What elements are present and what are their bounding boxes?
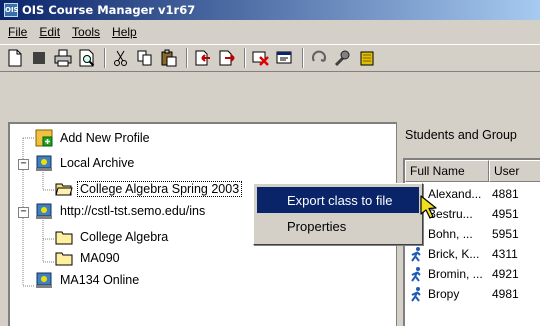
tree-item-label: MA134 Online <box>60 273 140 287</box>
table-row[interactable]: Bromin, ... 4921 <box>405 264 519 284</box>
person-icon <box>411 287 421 302</box>
student-user-id: 4921 <box>492 267 519 281</box>
menu-file[interactable]: File <box>2 25 33 39</box>
tree-item-college-algebra[interactable]: College Algebra <box>55 226 171 248</box>
student-user-id: 4981 <box>492 287 519 301</box>
list-header: Full Name User <box>405 160 540 182</box>
table-row[interactable]: Brick, K... 4311 <box>405 244 518 264</box>
copy-icon[interactable] <box>134 47 156 69</box>
add-profile-icon <box>35 129 53 147</box>
student-name: Bropy <box>428 287 460 301</box>
context-menu: Export class to file Properties <box>253 183 423 245</box>
properties-icon[interactable] <box>274 47 296 69</box>
menu-tools-label: Tools <box>72 25 101 39</box>
student-user-id: 4311 <box>492 247 518 261</box>
tree-item-label: http://cstl-tst.semo.edu/ins <box>60 204 206 218</box>
toolbar <box>0 44 540 72</box>
new-document-icon[interactable] <box>4 47 26 69</box>
student-name: Brick, K... <box>428 247 480 261</box>
menu-edit-label: Edit <box>39 25 61 39</box>
student-user-id: 5951 <box>492 227 519 241</box>
open-folder-icon <box>55 180 73 198</box>
menu-edit[interactable]: Edit <box>33 25 66 39</box>
toolbar-separator <box>302 48 304 68</box>
person-icon <box>411 267 421 282</box>
window-title: OIS Course Manager v1r67 <box>22 3 196 17</box>
server-icon <box>35 271 53 289</box>
student-name: Bohn, ... <box>428 227 473 241</box>
students-group-title: Students and Group <box>405 128 517 142</box>
toolbar-separator <box>186 48 188 68</box>
student-user-id: 4881 <box>492 187 519 201</box>
cut-icon[interactable] <box>110 47 132 69</box>
archive-icon <box>35 154 53 172</box>
import-icon[interactable] <box>192 47 214 69</box>
refresh-icon[interactable] <box>308 47 330 69</box>
menu-help-label: Help <box>112 25 137 39</box>
menu-help[interactable]: Help <box>106 25 143 39</box>
column-header-user[interactable]: User <box>489 160 540 182</box>
folder-icon <box>55 228 73 246</box>
title-bar[interactable]: OIS OIS Course Manager v1r67 <box>0 0 540 20</box>
menu-tools[interactable]: Tools <box>66 25 106 39</box>
tree-item-server[interactable]: http://cstl-tst.semo.edu/ins <box>35 200 208 222</box>
student-name: Bromin, ... <box>428 267 483 281</box>
tree-item-ma134-online[interactable]: MA134 Online <box>35 269 142 291</box>
tree-item-label: Add New Profile <box>60 131 150 145</box>
tree-item-local-archive[interactable]: Local Archive <box>35 152 137 174</box>
tree-item-ma090[interactable]: MA090 <box>55 247 123 269</box>
print-icon[interactable] <box>52 47 74 69</box>
tree-item-label: College Algebra <box>80 230 169 244</box>
column-header-full-name[interactable]: Full Name <box>405 160 489 182</box>
person-icon <box>411 247 421 262</box>
collapse-toggle[interactable]: − <box>18 207 29 218</box>
search-icon[interactable] <box>332 47 354 69</box>
tree-item-college-algebra-spring-2003[interactable]: College Algebra Spring 2003 <box>55 178 243 200</box>
print-preview-icon[interactable] <box>76 47 98 69</box>
student-user-id: 4951 <box>492 207 519 221</box>
delete-icon[interactable] <box>250 47 272 69</box>
toolbar-separator <box>104 48 106 68</box>
folder-icon <box>55 249 73 267</box>
export-icon[interactable] <box>216 47 238 69</box>
mouse-pointer-icon <box>420 195 437 219</box>
tree-item-label: Local Archive <box>60 156 135 170</box>
app-icon: OIS <box>4 3 19 17</box>
database-icon[interactable] <box>356 47 378 69</box>
stop-icon[interactable] <box>28 47 50 69</box>
context-menu-properties[interactable]: Properties <box>257 213 419 239</box>
collapse-toggle[interactable]: − <box>18 159 29 170</box>
context-menu-export-class[interactable]: Export class to file <box>257 187 419 213</box>
menu-file-label: File <box>8 25 28 39</box>
tree-item-label: College Algebra Spring 2003 <box>77 181 243 197</box>
tree-item-label: MA090 <box>80 251 120 265</box>
tree-item-add-new-profile[interactable]: Add New Profile <box>35 127 153 149</box>
server-icon <box>35 202 53 220</box>
menu-bar: File Edit Tools Help <box>0 21 540 43</box>
paste-icon[interactable] <box>158 47 180 69</box>
table-row[interactable]: Bropy 4981 <box>405 284 519 304</box>
toolbar-separator <box>244 48 246 68</box>
students-list[interactable]: Full Name User Alexand... 4881 Bestru...… <box>403 158 540 326</box>
